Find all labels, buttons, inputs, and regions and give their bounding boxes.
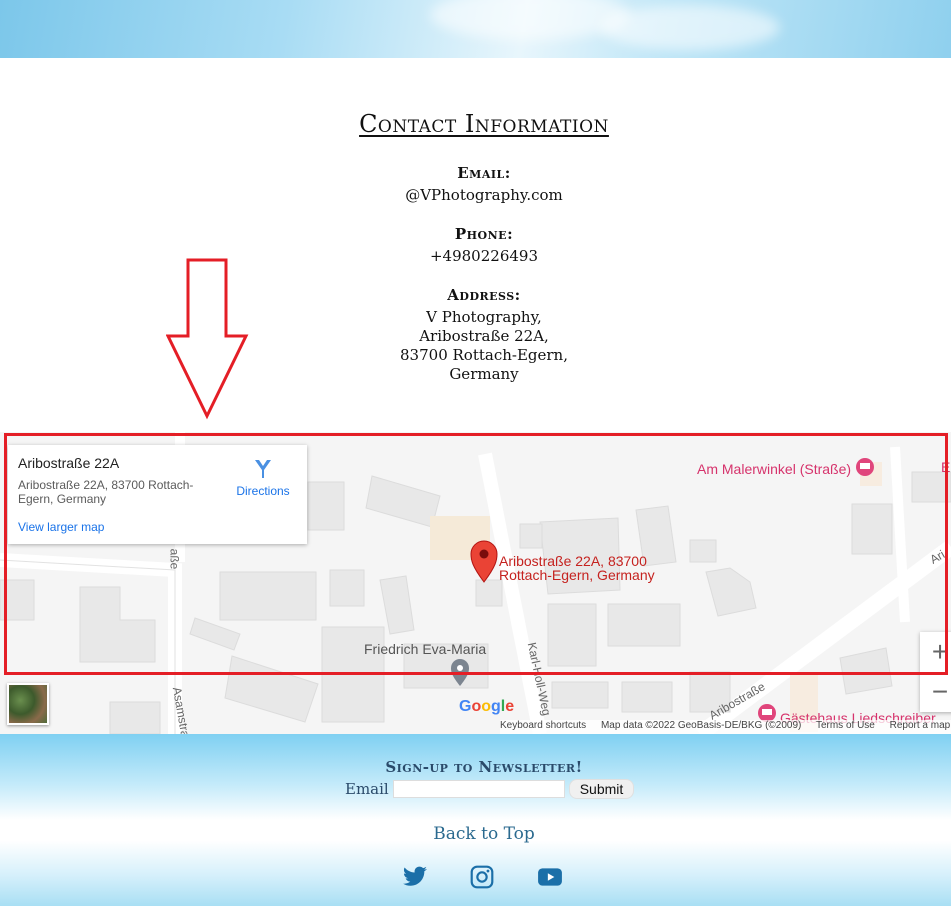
email-label: Email: bbox=[457, 164, 511, 182]
zoom-in-button[interactable]: + bbox=[920, 632, 951, 672]
contact-title: Contact Information bbox=[359, 110, 609, 138]
view-larger-map-link[interactable]: View larger map bbox=[18, 520, 104, 534]
directions-icon bbox=[255, 460, 271, 478]
top-banner bbox=[0, 0, 951, 58]
keyboard-shortcuts-link[interactable]: Keyboard shortcuts bbox=[500, 720, 586, 731]
newsletter-title: Sign-up to Newsletter! bbox=[385, 758, 583, 776]
google-logo: Google bbox=[459, 698, 515, 715]
directions-button[interactable]: Directions bbox=[232, 457, 294, 498]
directions-label: Directions bbox=[236, 484, 290, 498]
pin-label-line: Rottach-Egern, Germany bbox=[499, 567, 655, 583]
submit-button[interactable]: Submit bbox=[568, 779, 635, 799]
map-attribution: Keyboard shortcuts Map data ©2022 GeoBas… bbox=[500, 720, 951, 734]
newsletter-email-label: Email bbox=[345, 780, 389, 798]
email-value: @VPhotography.com bbox=[405, 186, 563, 204]
instagram-icon[interactable] bbox=[469, 864, 495, 890]
zoom-out-button[interactable]: − bbox=[920, 672, 951, 712]
address-label: Address: bbox=[447, 286, 521, 304]
address-line: Aribostraße 22A, bbox=[419, 327, 549, 345]
report-error-link[interactable]: Report a map error bbox=[890, 720, 951, 731]
newsletter-form: Email Submit bbox=[345, 779, 635, 799]
embedded-map[interactable]: Aribostraße 22A Aribostraße 22A, 83700 R… bbox=[0, 432, 951, 734]
back-to-top-link[interactable]: Back to Top bbox=[0, 824, 951, 844]
poi-malerwinkel[interactable]: Am Malerwinkel (Straße) bbox=[697, 461, 851, 477]
youtube-icon[interactable] bbox=[537, 864, 563, 890]
address-line: 83700 Rottach-Egern, bbox=[400, 346, 568, 364]
phone-label: Phone: bbox=[454, 225, 514, 243]
terms-link[interactable]: Terms of Use bbox=[816, 720, 875, 731]
pin-label-line: Aribostraße 22A, 83700 bbox=[499, 553, 647, 569]
twitter-icon[interactable] bbox=[402, 864, 428, 890]
pin-label: Aribostraße 22A, 83700 Rottach-Egern, Ge… bbox=[499, 554, 655, 582]
poi-partial: E bbox=[941, 459, 951, 475]
newsletter-email-input[interactable] bbox=[392, 780, 565, 798]
address-line: Germany bbox=[449, 365, 519, 383]
footer: Sign-up to Newsletter! Email Submit Back… bbox=[0, 734, 951, 906]
map-card-address: Aribostraße 22A, 83700 Rottach-Egern, Ge… bbox=[18, 478, 194, 506]
zoom-controls: + − bbox=[920, 632, 951, 712]
map-info-card: Aribostraße 22A Aribostraße 22A, 83700 R… bbox=[8, 445, 307, 544]
address-line: V Photography, bbox=[426, 308, 542, 326]
poi-friedrich[interactable]: Friedrich Eva-Maria bbox=[364, 641, 486, 657]
map-card-title: Aribostraße 22A bbox=[18, 455, 120, 471]
down-arrow-annotation bbox=[166, 258, 249, 420]
satellite-toggle[interactable] bbox=[7, 683, 49, 725]
street-label: aße bbox=[167, 548, 182, 570]
map-data-text: Map data ©2022 GeoBasis-DE/BKG (©2009) bbox=[600, 720, 802, 731]
phone-value: +4980226493 bbox=[429, 247, 538, 265]
